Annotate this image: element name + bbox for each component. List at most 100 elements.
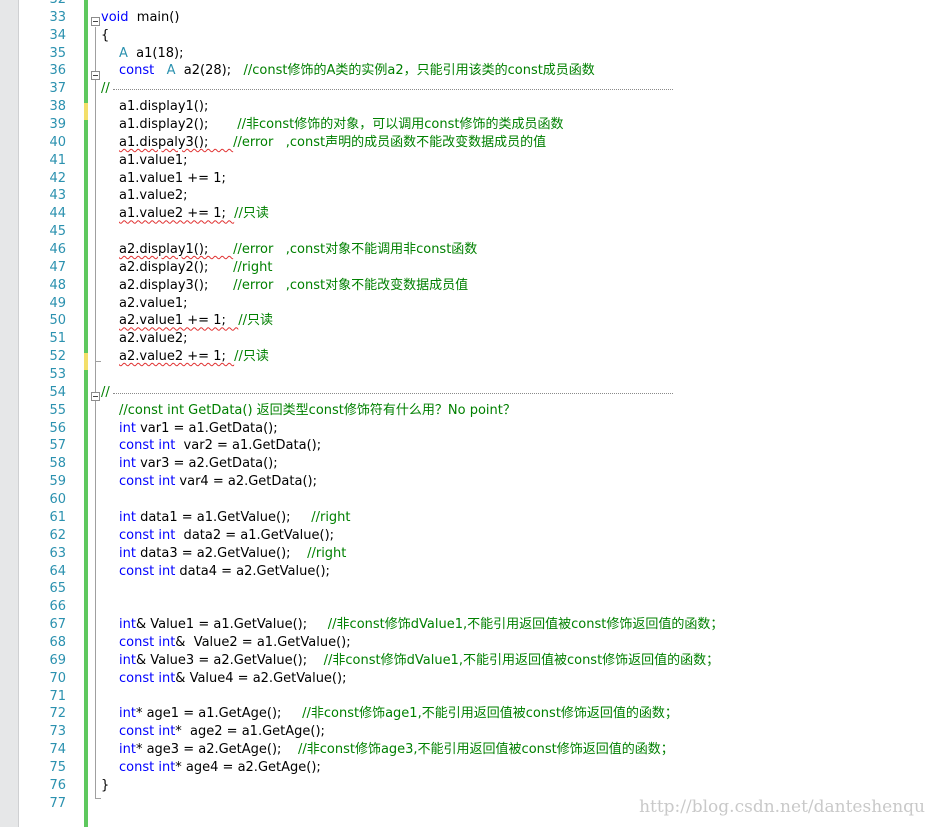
code-line: const int data4 = a2.GetValue(); bbox=[101, 563, 937, 581]
line-number: 45 bbox=[49, 224, 66, 240]
code-line: const A a2(28); //const修饰的A类的实例a2，只能引用该类… bbox=[101, 62, 937, 80]
code-line: a1.display2(); //非const修饰的对象，可以调用const修饰… bbox=[101, 116, 937, 134]
line-number: 40 bbox=[49, 134, 66, 150]
line-number: 71 bbox=[49, 688, 66, 704]
line-number: 34 bbox=[49, 27, 66, 43]
code-line: a1.value2; bbox=[101, 187, 937, 205]
code-area[interactable]: void main() { A a1(18); const A a2(28); … bbox=[101, 0, 937, 813]
keyword: const int bbox=[119, 759, 176, 775]
line-number: 62 bbox=[49, 527, 66, 543]
code-comment: //只读 bbox=[238, 313, 274, 329]
line-number: 66 bbox=[49, 599, 66, 615]
line-number: 74 bbox=[49, 742, 66, 758]
code-line: void main() bbox=[101, 9, 937, 27]
code-comment: //只读 bbox=[234, 349, 269, 365]
change-tracking-bar bbox=[84, 0, 88, 827]
code-line: // bbox=[101, 80, 937, 98]
code-text: a2.display2(); bbox=[119, 259, 234, 275]
line-number: 58 bbox=[49, 456, 66, 472]
code-text: & Value4 = a2.GetValue(); bbox=[175, 670, 347, 686]
code-line: } bbox=[101, 777, 937, 795]
code-comment: //error ,const对象不能改变数据成员值 bbox=[233, 277, 469, 293]
keyword: int bbox=[119, 456, 136, 472]
collapse-toggle-icon[interactable] bbox=[91, 71, 100, 80]
code-text: a1.display1(); bbox=[119, 99, 209, 115]
keyword: const int bbox=[119, 438, 176, 454]
indicator-margin bbox=[0, 0, 19, 827]
line-number: 64 bbox=[49, 563, 66, 579]
code-text-error: a1.dispaly3(); bbox=[119, 134, 234, 150]
code-line: int& Value3 = a2.GetValue(); //非const修饰d… bbox=[101, 652, 937, 670]
code-text: a1.value1; bbox=[119, 152, 188, 168]
code-line: int& Value1 = a1.GetValue(); //非const修饰d… bbox=[101, 616, 937, 634]
keyword: int bbox=[119, 742, 136, 758]
code-line: a1.dispaly3(); //error ,const声明的成员函数不能改变… bbox=[101, 134, 937, 152]
line-number: 43 bbox=[49, 188, 66, 204]
line-number: 37 bbox=[49, 81, 66, 97]
line-number: 67 bbox=[49, 617, 66, 633]
code-line: a1.display1(); bbox=[101, 98, 937, 116]
line-number: 47 bbox=[49, 259, 66, 275]
code-text: a1.value1 += 1; bbox=[119, 170, 226, 186]
code-text: data2 = a1.GetValue(); bbox=[175, 527, 335, 543]
code-text: & Value3 = a2.GetValue(); bbox=[135, 652, 324, 668]
line-number: 77 bbox=[49, 795, 66, 811]
line-number: 32 bbox=[18, 0, 66, 9]
code-line: a2.display1(); //error ,const对象不能调用非cons… bbox=[101, 241, 937, 259]
code-line: int data1 = a1.GetValue(); //right bbox=[101, 509, 937, 527]
code-line: a1.value1 += 1; bbox=[101, 170, 937, 188]
code-comment: //right bbox=[233, 259, 273, 275]
code-text: & Value2 = a1.GetValue(); bbox=[175, 634, 351, 650]
line-number: 56 bbox=[49, 420, 66, 436]
code-text: { bbox=[101, 27, 110, 43]
code-line: const int data2 = a1.GetValue(); bbox=[101, 527, 937, 545]
line-number: 38 bbox=[49, 99, 66, 115]
code-text-error: a1.value2 += 1; bbox=[119, 206, 235, 222]
code-line: A a1(18); bbox=[101, 45, 937, 63]
keyword: const int bbox=[119, 634, 176, 650]
collapse-toggle-icon[interactable] bbox=[91, 17, 100, 26]
code-line: const int& Value2 = a1.GetValue(); bbox=[101, 634, 937, 652]
type-name: A bbox=[119, 45, 128, 61]
code-comment: //非const修饰的对象，可以调用const修饰的类成员函数 bbox=[237, 117, 564, 133]
code-text: * age4 = a2.GetAge(); bbox=[175, 759, 321, 775]
line-number: 35 bbox=[49, 45, 66, 61]
keyword: const int bbox=[119, 563, 176, 579]
code-comment: //非const修饰dValue1,不能引用返回值被const修饰返回值的函数； bbox=[327, 617, 724, 633]
line-number: 42 bbox=[49, 170, 66, 186]
code-comment: // bbox=[101, 384, 110, 400]
code-text: data3 = a2.GetValue(); bbox=[135, 545, 308, 561]
type-name: A bbox=[166, 63, 176, 79]
code-editor[interactable]: 3233 34 35 36 37 38 3940 41 42 43 44 45 4647 48 49 50 51… bbox=[0, 0, 937, 827]
code-comment: //非const修饰age3,不能引用返回值被const修饰返回值的函数； bbox=[297, 742, 674, 758]
watermark-url: http://blog.csdn.net/danteshenqu bbox=[639, 797, 925, 817]
unsaved-change-mark bbox=[84, 353, 88, 370]
code-text-error: a2.value2 += 1; bbox=[119, 349, 235, 365]
code-text-error: a2.value1 += 1; bbox=[119, 313, 239, 329]
keyword: int bbox=[119, 706, 136, 722]
code-line: int* age1 = a1.GetAge(); //非const修饰age1,… bbox=[101, 705, 937, 723]
line-number: 44 bbox=[49, 206, 66, 222]
code-line: a2.value2; bbox=[101, 330, 937, 348]
collapse-toggle-icon[interactable] bbox=[91, 392, 100, 401]
code-comment: //非const修饰dValue1,不能引用返回值被const修饰返回值的函数； bbox=[323, 652, 720, 668]
line-number: 61 bbox=[49, 509, 66, 525]
code-line: const int var4 = a2.GetData(); bbox=[101, 473, 937, 491]
code-text: a1(18); bbox=[127, 45, 184, 61]
code-text: var3 = a2.GetData(); bbox=[135, 456, 278, 472]
code-text: a2.display3(); bbox=[119, 277, 234, 293]
line-number: 57 bbox=[49, 438, 66, 454]
code-line: a1.value2 += 1; //只读 bbox=[101, 205, 937, 223]
code-line: a2.value1 += 1; //只读 bbox=[101, 312, 937, 330]
outline-guide bbox=[95, 81, 96, 361]
keyword: const bbox=[119, 63, 155, 79]
keyword: const int bbox=[119, 474, 176, 490]
line-number: 54 bbox=[49, 384, 66, 400]
line-number: 69 bbox=[49, 652, 66, 668]
code-comment: //const修饰的A类的实例a2，只能引用该类的const成员函数 bbox=[243, 63, 595, 79]
line-number: 59 bbox=[49, 474, 66, 490]
line-number: 51 bbox=[49, 331, 66, 347]
code-line: a2.value2 += 1; //只读 bbox=[101, 348, 937, 366]
code-line: int var1 = a1.GetData(); bbox=[101, 420, 937, 438]
